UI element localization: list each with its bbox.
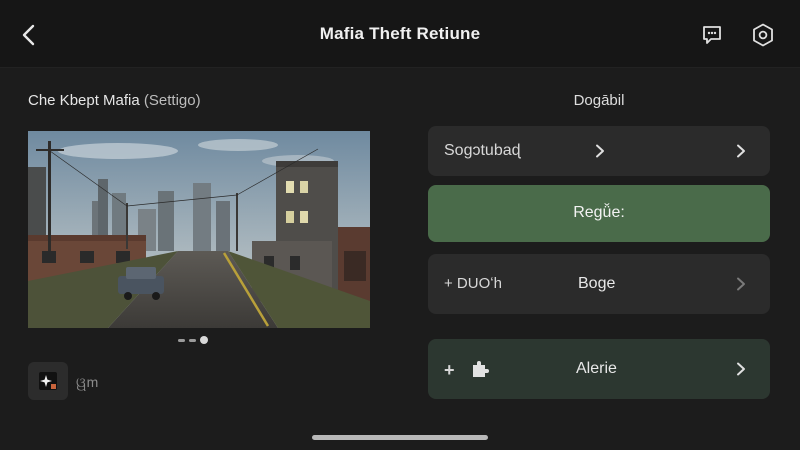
top-bar: Mafia Theft Retiune [0,0,800,68]
chat-icon [703,26,721,44]
gear-icon [753,23,773,47]
page-title: Mafia Theft Retiune [319,24,481,43]
chevron-right-icon [596,144,604,158]
section-title-right: Dogābil [573,92,625,109]
carousel-dot[interactable] [178,338,185,342]
home-indicator-bar[interactable] [312,435,488,440]
chevron-right-icon [737,362,745,376]
section-title-left: Che Kbept Mafia (Settigo) [28,92,201,109]
thumbnail-button[interactable] [28,362,68,400]
option-label: Boge [578,275,616,292]
thumbnail-label: ୱm [76,374,99,390]
settings-button[interactable] [748,20,778,50]
sparkle-image-icon [39,372,57,390]
chat-button[interactable] [697,20,727,50]
chevron-right-icon [737,277,745,291]
option-row-4[interactable]: + Alerie [428,339,770,399]
carousel-dot[interactable] [189,338,196,342]
option-prefix: + DUOʻh [444,275,502,292]
option-label: Sogɔtubaɖ [444,142,521,159]
left-title-text: Che Kbept Mafia [28,92,140,109]
left-title-subtitle: (Settigo) [143,92,201,109]
option-row-2-selected[interactable]: Regǚe: [428,185,770,242]
option-label: Regǚe: [573,204,625,221]
chevron-right-icon [737,144,745,158]
carousel-dot-active[interactable] [200,336,208,344]
option-row-1[interactable]: Sogɔtubaɖ [428,126,770,176]
scene-preview-image[interactable] [28,131,370,328]
city-scene-graphic [28,131,370,328]
option-row-3[interactable]: + DUOʻh Boge [428,254,770,314]
carousel-indicator[interactable] [178,335,208,345]
option-prefix: + [444,360,455,380]
option-label: Alerie [576,360,617,377]
puzzle-icon [473,361,489,377]
